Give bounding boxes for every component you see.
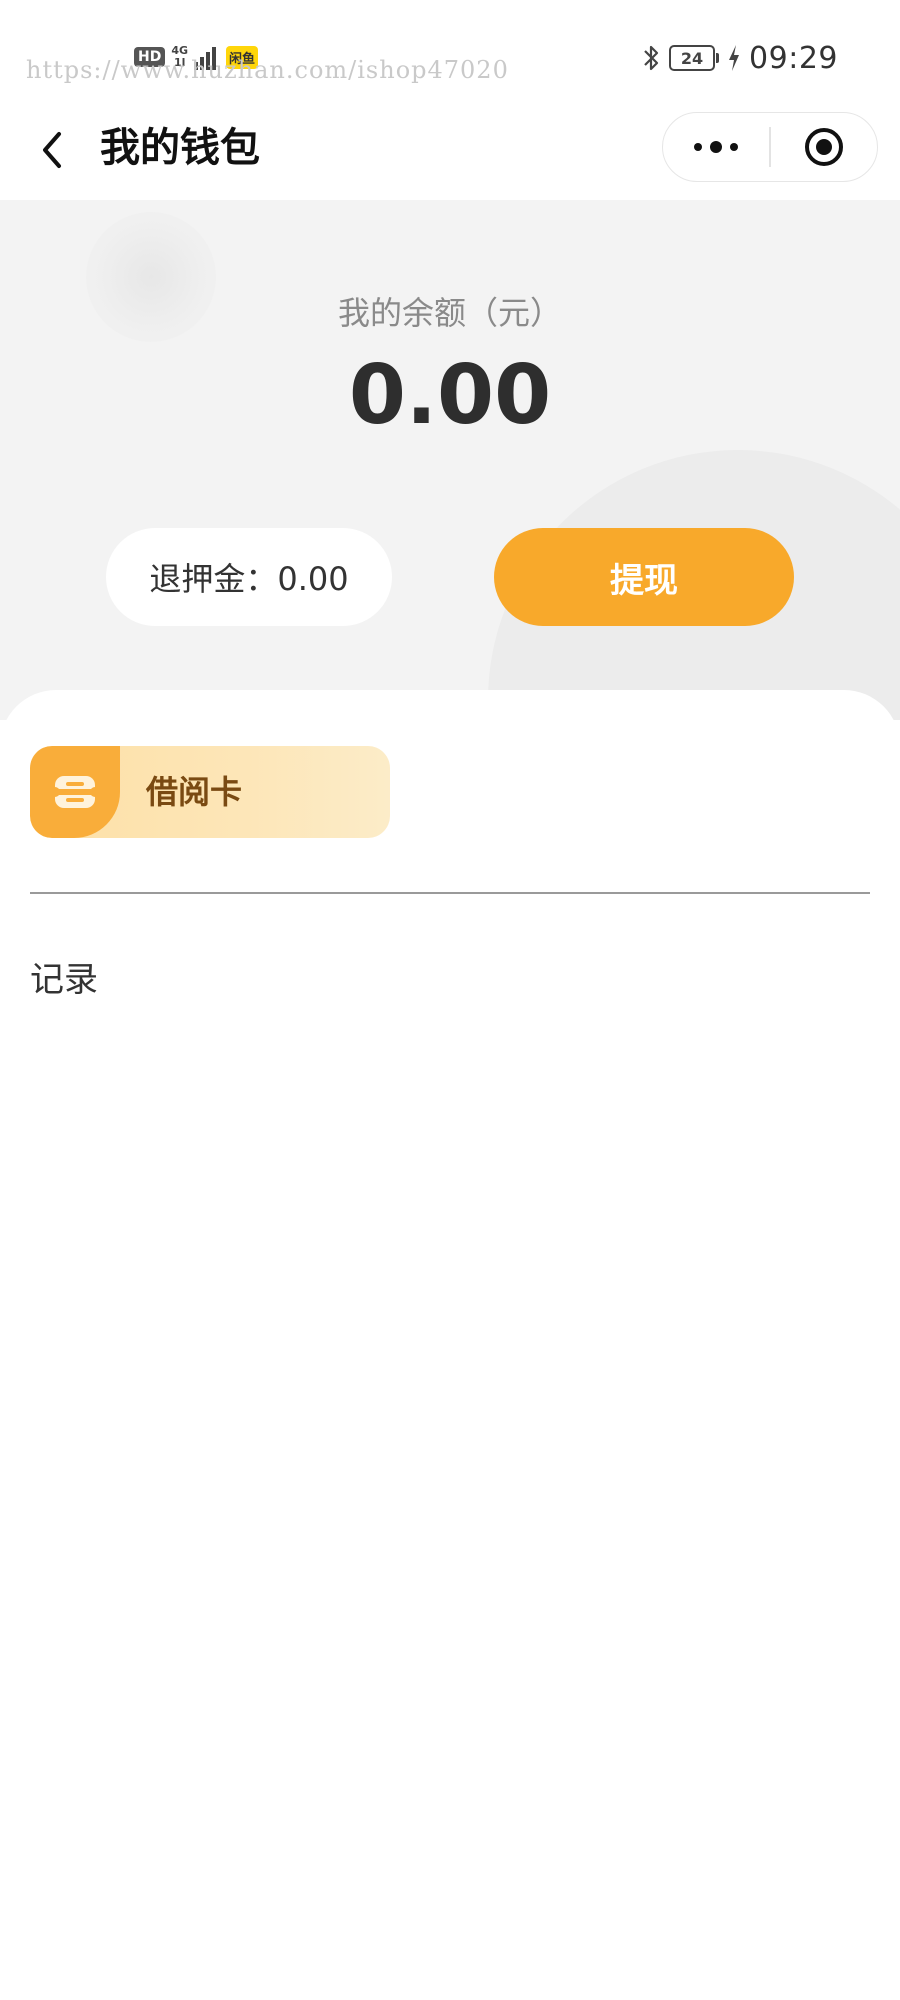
- back-button[interactable]: [24, 122, 80, 178]
- card-icon: [53, 776, 97, 808]
- status-bar: HD 4G 1l 闲鱼 24 09:29 https://www.huzhan.…: [0, 0, 900, 100]
- deposit-refund-text: 退押金：0.00: [149, 560, 349, 598]
- balance-amount: 0.00: [348, 348, 552, 443]
- page-title: 我的钱包: [100, 125, 260, 171]
- more-dots-icon: [694, 141, 739, 153]
- battery-icon: 24: [669, 45, 720, 71]
- more-button[interactable]: [663, 113, 769, 181]
- target-circle-icon: [804, 128, 843, 166]
- card-icon-box: [30, 746, 120, 838]
- section-divider: [30, 892, 870, 894]
- mini-program-capsule: [662, 112, 878, 182]
- withdraw-button-label: 提现: [610, 560, 678, 601]
- content-card: 借阅卡 记录: [0, 690, 900, 2000]
- library-card-entry[interactable]: 借阅卡: [30, 746, 390, 838]
- chevron-left-icon: [43, 132, 61, 168]
- charging-bolt-icon: [727, 44, 741, 72]
- deposit-refund-pill[interactable]: 退押金：0.00: [106, 528, 392, 626]
- status-right-group: 24 09:29: [641, 38, 838, 78]
- close-mini-program-button[interactable]: [771, 113, 877, 181]
- balance-label: 我的余额（元）: [337, 294, 562, 332]
- nav-bar: 我的钱包: [0, 100, 900, 200]
- withdraw-button[interactable]: 提现: [494, 528, 794, 626]
- battery-level: 24: [669, 45, 716, 71]
- bluetooth-icon: [641, 43, 661, 73]
- watermark-text: https://www.huzhan.com/ishop47020: [26, 56, 509, 84]
- records-heading: 记录: [30, 960, 98, 1000]
- clock: 09:29: [749, 40, 838, 76]
- balance-header: 我的余额（元） 0.00 退押金：0.00 提现: [0, 200, 900, 720]
- library-card-label: 借阅卡: [146, 773, 243, 811]
